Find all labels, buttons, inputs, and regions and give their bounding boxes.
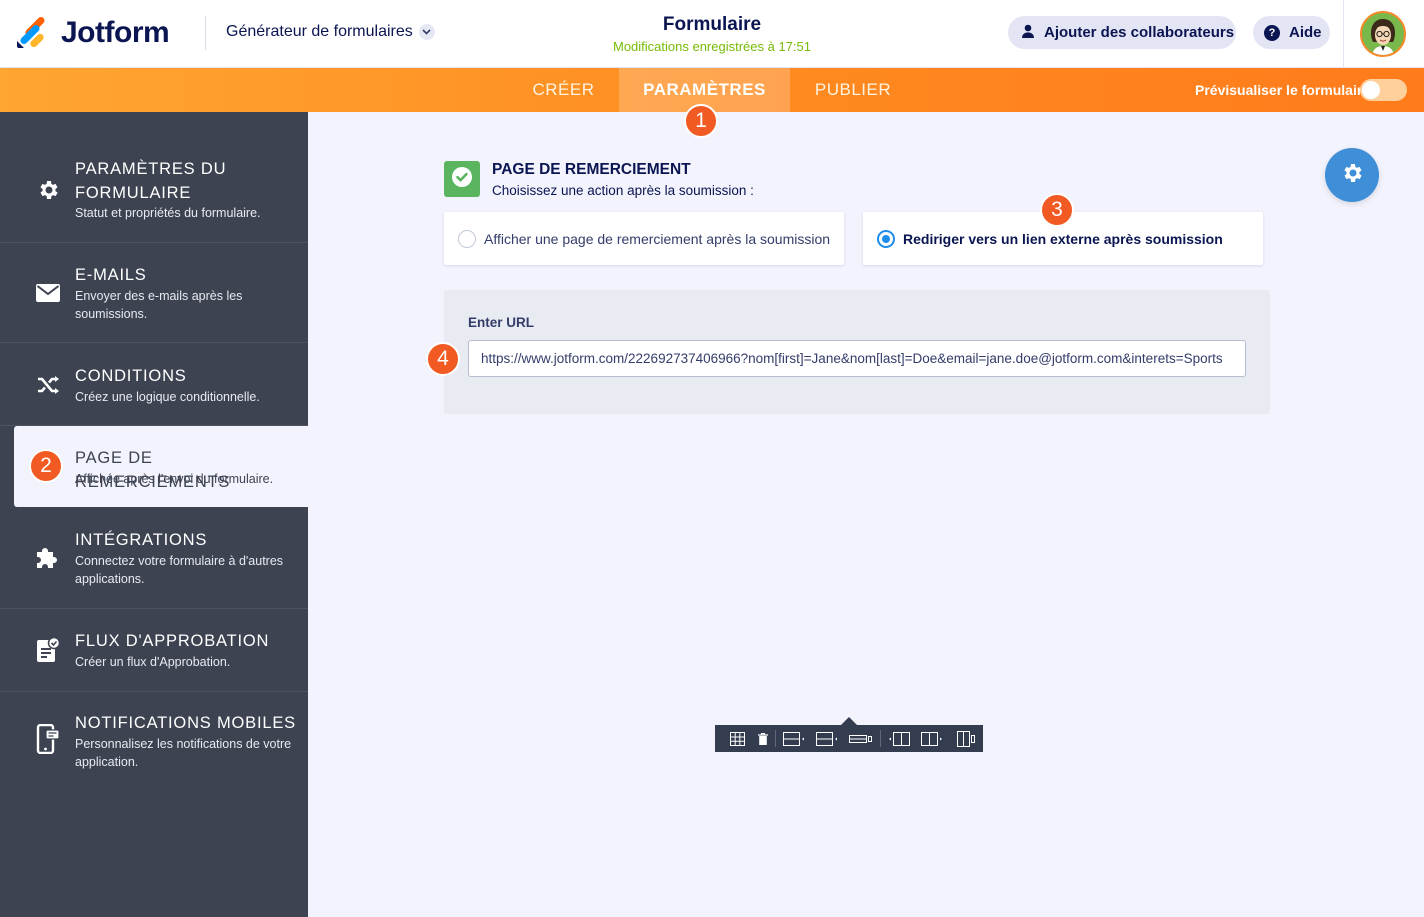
sidebar-item-emails[interactable]: E-MAILS Envoyer des e-mails après les so… [0, 243, 308, 343]
sidebar-item-title: NOTIFICATIONS MOBILES [75, 714, 296, 732]
builder-dropdown[interactable]: Générateur de formulaires [226, 23, 435, 41]
question-icon: ? [1264, 24, 1280, 41]
tab-publier[interactable]: PUBLIER [790, 68, 916, 112]
sidebar-item-title: INTÉGRATIONS [75, 531, 208, 549]
header-separator [1343, 0, 1344, 68]
url-input[interactable] [468, 340, 1246, 377]
approval-icon [35, 637, 61, 663]
option-label: Afficher une page de remerciement après … [484, 230, 831, 247]
gear-icon [1340, 161, 1364, 190]
insert-column-right-icon[interactable] [915, 725, 949, 752]
chevron-down-icon [418, 24, 435, 40]
sidebar-item-desc-line2: applications. [75, 572, 145, 586]
envelope-icon [35, 280, 61, 306]
header-divider [205, 16, 206, 50]
top-header: Jotform Générateur de formulaires Formul… [0, 0, 1424, 68]
settings-gear-button[interactable] [1325, 148, 1379, 202]
step-badge-3: 3 [1040, 193, 1074, 227]
delete-column-icon[interactable] [949, 725, 983, 752]
section-subtitle: Choisissez une action après la soumissio… [492, 183, 754, 198]
collab-label: Ajouter des collaborateurs [1044, 24, 1235, 41]
toggle-knob [1362, 81, 1380, 99]
sidebar-item-desc: Envoyer des e-mails après les [75, 289, 243, 303]
logo-text: Jotform [61, 16, 170, 49]
sidebar-item-desc: Créez une logique conditionnelle. [75, 390, 260, 404]
sidebar-item-desc-line2: application. [75, 755, 139, 769]
form-title[interactable]: Formulaire [562, 14, 862, 36]
sidebar-item-conditions[interactable]: CONDITIONS Créez une logique conditionne… [0, 343, 308, 426]
table-toolbar [715, 717, 983, 752]
sidebar-item-title: CONDITIONS [75, 367, 187, 385]
toolbar-separator [880, 730, 881, 747]
sidebar-item-desc: Connectez votre formulaire à d'autres [75, 554, 284, 568]
main-nav: CRÉER PARAMÈTRES PUBLIER Prévisualiser l… [0, 68, 1424, 112]
form-title-block: Formulaire Modifications enregistrées à … [562, 14, 862, 54]
gear-icon [35, 177, 61, 203]
sidebar-item-title-line2: FORMULAIRE [75, 184, 192, 202]
shuffle-icon [35, 372, 61, 398]
sidebar-item-desc-line2: soumissions. [75, 307, 148, 321]
radio-show-thank-you[interactable] [458, 229, 476, 248]
preview-label: Prévisualiser le formulaire [1195, 82, 1371, 98]
trash-icon[interactable] [753, 725, 773, 752]
check-circle-icon [451, 166, 473, 193]
help-label: Aide [1289, 24, 1322, 41]
save-status: Modifications enregistrées à 17:51 [612, 39, 811, 54]
add-collaborators-button[interactable]: Ajouter des collaborateurs [1008, 16, 1236, 49]
puzzle-icon [35, 545, 61, 571]
step-badge-1: 1 [684, 104, 718, 138]
toolbar-separator [775, 730, 776, 747]
url-panel: Enter URL [444, 290, 1270, 414]
sidebar-item-desc: Personnalisez les notifications de votre [75, 737, 292, 751]
jotform-logo[interactable]: Jotform [17, 15, 170, 50]
url-label: Enter URL [468, 315, 535, 330]
section-title: PAGE DE REMERCIEMENT [492, 161, 691, 178]
sidebar-item-title: PARAMÈTRES DU [75, 160, 227, 178]
avatar[interactable] [1360, 11, 1406, 57]
thank-you-section-icon [444, 161, 480, 197]
preview-toggle[interactable] [1360, 79, 1407, 101]
radio-redirect-external[interactable] [877, 229, 895, 248]
step-badge-2: 2 [29, 449, 63, 483]
jotform-logo-icon [17, 15, 49, 49]
settings-sidebar: PARAMÈTRES DU FORMULAIRE Statut et propr… [0, 112, 308, 917]
sidebar-item-desc: Statut et propriétés du formulaire. [75, 206, 261, 220]
option-show-thank-you-page[interactable]: Afficher une page de remerciement après … [444, 212, 844, 265]
sidebar-item-approval-flows[interactable]: FLUX D'APPROBATION Créer un flux d'Appro… [0, 609, 308, 692]
delete-row-icon[interactable] [844, 725, 878, 752]
tab-creer[interactable]: CRÉER [508, 68, 619, 112]
step-badge-4: 4 [426, 342, 460, 376]
insert-row-below-icon[interactable] [810, 725, 844, 752]
builder-label: Générateur de formulaires [226, 23, 413, 40]
sidebar-item-title: FLUX D'APPROBATION [75, 632, 270, 650]
sidebar-item-mobile-notifications[interactable]: NOTIFICATIONS MOBILES Personnalisez les … [0, 692, 308, 794]
user-icon [1020, 23, 1036, 43]
sidebar-item-form-settings[interactable]: PARAMÈTRES DU FORMULAIRE Statut et propr… [0, 112, 308, 243]
sidebar-item-desc: Créer un flux d'Approbation. [75, 655, 231, 669]
help-button[interactable]: ? Aide [1253, 16, 1330, 49]
mobile-notification-icon [35, 724, 61, 754]
option-label: Rediriger vers un lien externe après sou… [903, 230, 1223, 247]
insert-column-left-icon[interactable] [883, 725, 915, 752]
insert-row-above-icon[interactable] [778, 725, 810, 752]
sidebar-item-integrations[interactable]: INTÉGRATIONS Connectez votre formulaire … [0, 507, 308, 609]
sidebar-item-desc: Affichée après l'envoi du formulaire. [75, 472, 274, 486]
table-icon[interactable] [721, 725, 753, 752]
sidebar-item-title: E-MAILS [75, 266, 147, 284]
